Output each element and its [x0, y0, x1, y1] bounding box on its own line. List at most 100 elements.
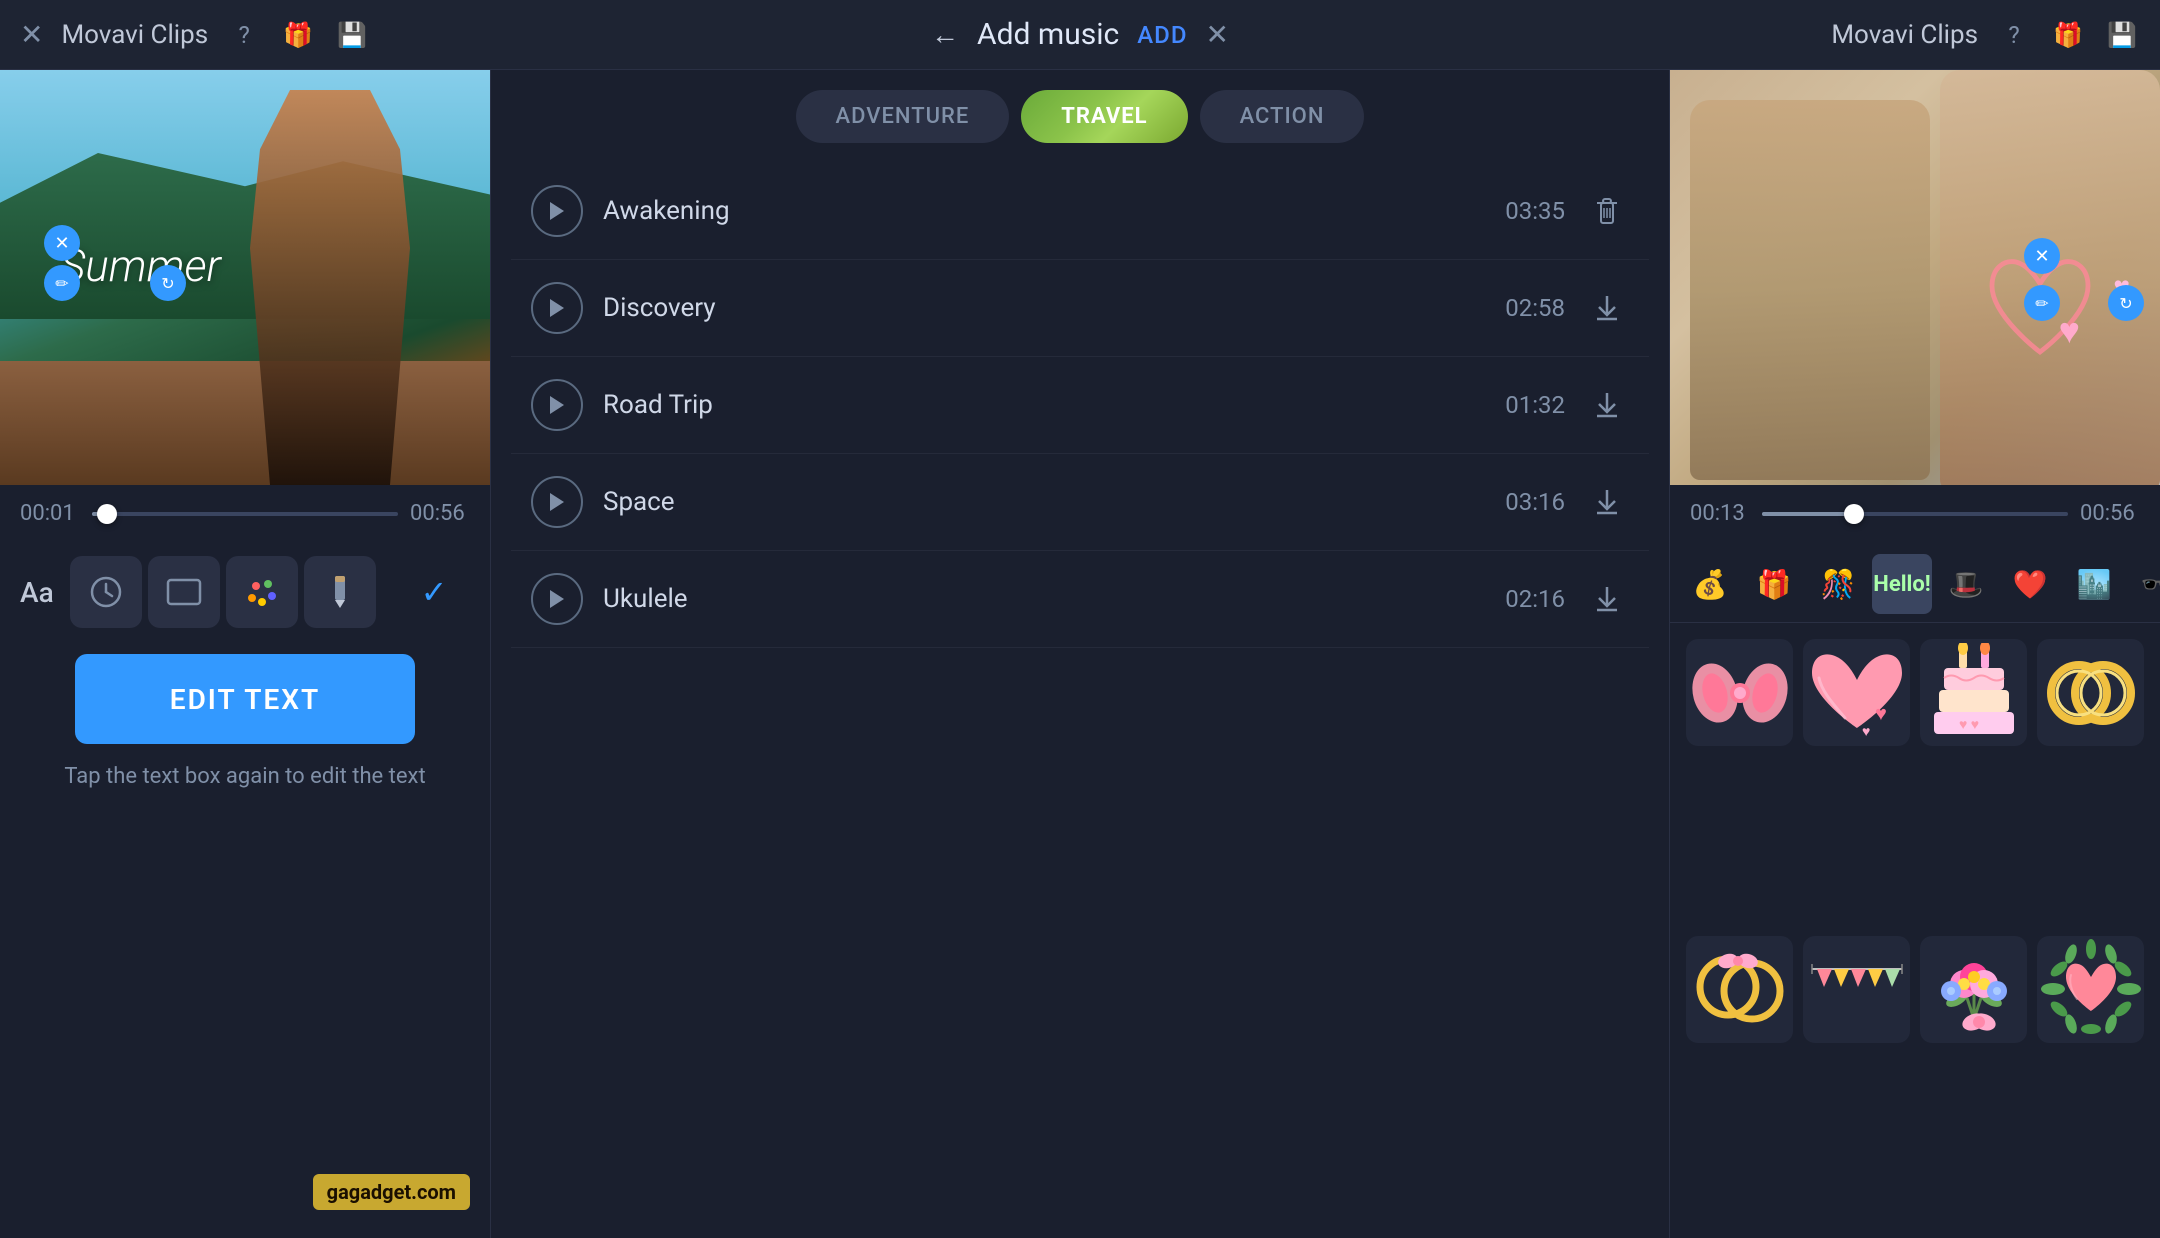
toolbar-pen-btn[interactable]: [304, 556, 376, 628]
video-preview-left: Summer ✕ ✏ ↻: [0, 70, 490, 485]
sticker-heart[interactable]: ♥ ♥: [1803, 639, 1910, 746]
sticker-banner[interactable]: [1803, 936, 1910, 1043]
tab-action[interactable]: ACTION: [1200, 90, 1365, 143]
left-panel: Summer ✕ ✏ ↻ 00:01 00:56 Aa: [0, 70, 490, 1238]
edit-text-section: EDIT TEXT Tap the text box again to edit…: [0, 638, 490, 805]
track-name-ukulele: Ukulele: [603, 584, 1465, 614]
save-icon-left[interactable]: 💾: [334, 17, 370, 53]
add-music-button[interactable]: ADD: [1137, 21, 1187, 49]
sticker-emoji-glasses[interactable]: 🕶️: [2128, 554, 2160, 614]
right-panel: ♥ ♥ ✕ ✏ ↻ 00:13 00:56 💰: [1670, 70, 2160, 1238]
right-timeline-track[interactable]: [1762, 512, 2068, 516]
sticker-emoji-hat[interactable]: 🎩: [1936, 554, 1996, 614]
text-resize-handle[interactable]: ↻: [150, 265, 186, 301]
font-label: Aa: [20, 576, 54, 609]
toolbar-clock-btn[interactable]: [70, 556, 142, 628]
hint-text: Tap the text box again to edit the text: [64, 764, 425, 789]
watermark-container: gagadget.com: [0, 1174, 490, 1210]
music-tabs: ADVENTURE TRAVEL ACTION: [491, 70, 1669, 163]
sticker-edit-handle[interactable]: ✏: [2024, 285, 2060, 321]
track-name-awakening: Awakening: [603, 196, 1465, 226]
app-title-left: Movavi Clips: [61, 20, 208, 50]
track-duration-roadtrip: 01:32: [1485, 391, 1565, 419]
sticker-emoji-dollar[interactable]: 💰: [1680, 554, 1740, 614]
sticker-bouquet[interactable]: [1920, 936, 2027, 1043]
close-button[interactable]: ✕: [20, 18, 43, 51]
sticker-heart-wreath[interactable]: [2037, 936, 2144, 1043]
track-duration-awakening: 03:35: [1485, 197, 1565, 225]
sticker-cake[interactable]: ♥ ♥: [1920, 639, 2027, 746]
header-center: ← Add music ADD ✕: [727, 17, 1434, 52]
track-name-discovery: Discovery: [603, 293, 1465, 323]
track-duration-discovery: 02:58: [1485, 294, 1565, 322]
edit-text-button[interactable]: EDIT TEXT: [75, 654, 415, 744]
sticker-emoji-gift[interactable]: 🎁: [1744, 554, 1804, 614]
page-title: Add music: [977, 17, 1119, 52]
close-music-button[interactable]: ✕: [1205, 18, 1228, 51]
download-ukulele[interactable]: [1585, 577, 1629, 621]
download-discovery[interactable]: [1585, 286, 1629, 330]
toolbar-check-btn[interactable]: ✓: [398, 556, 470, 628]
sticker-grid: ♥ ♥ ♥ ♥: [1670, 623, 2160, 1238]
main-content: Summer ✕ ✏ ↻ 00:01 00:56 Aa: [0, 70, 2160, 1238]
left-timeline-row: 00:01 00:56: [20, 501, 470, 526]
music-track-awakening[interactable]: Awakening 03:35: [511, 163, 1649, 260]
gift-icon-right[interactable]: 🎁: [2050, 17, 2086, 53]
sticker-emoji-heart[interactable]: ❤️: [2000, 554, 2060, 614]
back-button[interactable]: ←: [931, 18, 959, 51]
video-preview-right: ♥ ♥ ✕ ✏ ↻: [1670, 70, 2160, 485]
watermark: gagadget.com: [313, 1174, 470, 1210]
track-duration-space: 03:16: [1485, 488, 1565, 516]
music-track-space[interactable]: Space 03:16: [511, 454, 1649, 551]
play-roadtrip[interactable]: [531, 379, 583, 431]
play-ukulele[interactable]: [531, 573, 583, 625]
left-time-start: 00:01: [20, 501, 80, 526]
sticker-emoji-toolbar: 💰 🎁 🎊 Hello! 🎩 ❤️ 🏙️ 🕶️: [1670, 546, 2160, 623]
sticker-delete-handle[interactable]: ✕: [2024, 238, 2060, 274]
top-header: ✕ Movavi Clips ? 🎁 💾 ← Add music ADD ✕ M…: [0, 0, 2160, 70]
toolbar-palette-btn[interactable]: [226, 556, 298, 628]
tab-travel[interactable]: TRAVEL: [1021, 90, 1187, 143]
sticker-emoji-city[interactable]: 🏙️: [2064, 554, 2124, 614]
text-edit-handle[interactable]: ✏: [44, 265, 80, 301]
sticker-rings-2[interactable]: [1686, 936, 1793, 1043]
sticker-rings[interactable]: [2037, 639, 2144, 746]
download-space[interactable]: [1585, 480, 1629, 524]
sticker-bow[interactable]: [1686, 639, 1793, 746]
header-right: Movavi Clips ? 🎁 💾: [1433, 17, 2140, 53]
right-time-end: 00:56: [2080, 501, 2140, 526]
svg-text:♥: ♥: [1862, 724, 1870, 738]
music-list: Awakening 03:35: [491, 163, 1669, 1238]
music-track-discovery[interactable]: Discovery 02:58: [511, 260, 1649, 357]
play-space[interactable]: [531, 476, 583, 528]
track-duration-ukulele: 02:16: [1485, 585, 1565, 613]
toolbar-frame-btn[interactable]: [148, 556, 220, 628]
sticker-emoji-confetti[interactable]: 🎊: [1808, 554, 1868, 614]
tab-adventure[interactable]: ADVENTURE: [796, 90, 1010, 143]
sticker-resize-handle[interactable]: ↻: [2108, 285, 2144, 321]
gift-icon-left[interactable]: 🎁: [280, 17, 316, 53]
sticker-emoji-hello[interactable]: Hello!: [1872, 554, 1932, 614]
left-timeline-track[interactable]: [92, 512, 398, 516]
delete-awakening[interactable]: [1585, 189, 1629, 233]
play-discovery[interactable]: [531, 282, 583, 334]
music-track-roadtrip[interactable]: Road Trip 01:32: [511, 357, 1649, 454]
track-name-space: Space: [603, 487, 1465, 517]
svg-text:♥ ♥: ♥ ♥: [1959, 717, 1979, 733]
left-toolbar: Aa: [0, 546, 490, 638]
download-roadtrip[interactable]: [1585, 383, 1629, 427]
center-panel: ADVENTURE TRAVEL ACTION Awakening 03:35: [490, 70, 1670, 1238]
help-icon-left[interactable]: ?: [226, 17, 262, 53]
save-icon-right[interactable]: 💾: [2104, 17, 2140, 53]
app-title-right: Movavi Clips: [1831, 20, 1978, 50]
music-track-ukulele[interactable]: Ukulele 02:16: [511, 551, 1649, 648]
text-delete-handle[interactable]: ✕: [44, 225, 80, 261]
right-time-start: 00:13: [1690, 501, 1750, 526]
help-icon-right[interactable]: ?: [1996, 17, 2032, 53]
header-left: ✕ Movavi Clips ? 🎁 💾: [20, 17, 727, 53]
left-timeline-area: 00:01 00:56: [0, 485, 490, 546]
track-name-roadtrip: Road Trip: [603, 390, 1465, 420]
play-awakening[interactable]: [531, 185, 583, 237]
left-time-end: 00:56: [410, 501, 470, 526]
right-timeline-area: 00:13 00:56: [1670, 485, 2160, 546]
